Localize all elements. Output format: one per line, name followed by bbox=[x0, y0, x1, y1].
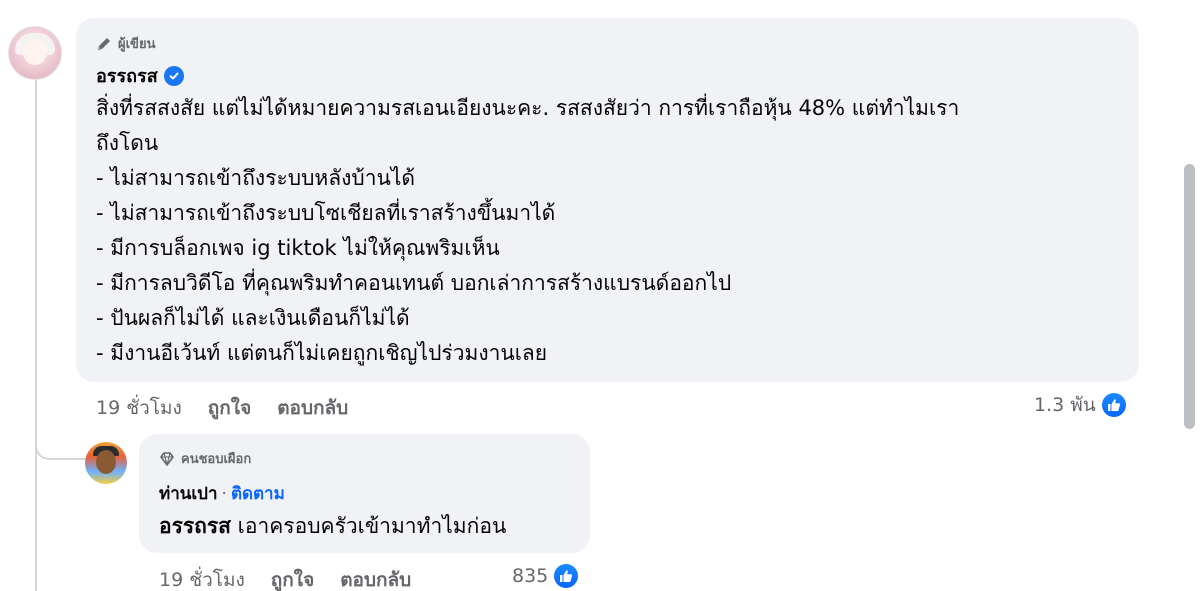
reply-timestamp[interactable]: 19 ชั่วโมง bbox=[159, 565, 245, 591]
verified-check-icon bbox=[163, 65, 184, 86]
diamond-icon bbox=[159, 451, 175, 467]
comment-text-line: - มีการลบวิดีโอ ที่คุณพริมทำคอนเทนต์ บอก… bbox=[96, 271, 732, 295]
thread-connector-line bbox=[35, 78, 37, 591]
fan-badge: คนชอบเผือก bbox=[159, 448, 251, 469]
comment-author: อรรถรส bbox=[96, 61, 184, 90]
author-badge: ผู้เขียน bbox=[96, 33, 155, 54]
author-name[interactable]: อรรถรส bbox=[96, 61, 158, 90]
comment-text-line: สิ่งที่รสสงสัย แต่ไม่ได้หมายความรสเอนเอี… bbox=[96, 96, 960, 120]
comment-text-line: - มีงานอีเว้นท์ แต่ตนก็ไม่เคยถูกเชิญไปร่… bbox=[96, 341, 548, 365]
thread-branch-line bbox=[35, 430, 87, 460]
reply-reaction-count: 835 bbox=[512, 565, 549, 587]
reply-reply-button[interactable]: ตอบกลับ bbox=[340, 565, 411, 591]
avatar[interactable] bbox=[85, 442, 127, 484]
thumbs-up-icon bbox=[1099, 391, 1128, 419]
reaction-summary[interactable]: 1.3 พัน bbox=[1034, 390, 1128, 420]
mention-tag[interactable]: อรรถรส bbox=[159, 514, 231, 538]
reply-body: เอาครอบครัวเข้ามาทำไมก่อน bbox=[237, 514, 507, 538]
separator-dot: · bbox=[221, 484, 227, 504]
avatar[interactable] bbox=[8, 26, 62, 80]
thumbs-up-icon bbox=[552, 562, 581, 590]
comment-bubble: ผู้เขียน อรรถรส สิ่งที่รสสงสัย แต่ไม่ได้… bbox=[76, 18, 1139, 382]
reply-author-name[interactable]: ท่านเปา bbox=[159, 484, 218, 504]
comment-timestamp[interactable]: 19 ชั่วโมง bbox=[96, 393, 182, 423]
follow-button[interactable]: ติดตาม bbox=[231, 484, 285, 504]
reply-bubble: คนชอบเผือก ท่านเปา · ติดตาม อรรถรส เอาครอบ… bbox=[139, 434, 590, 553]
comment-text-line: - มีการบล็อกเพจ ig tiktok ไม่ให้คุณพริมเ… bbox=[96, 236, 500, 260]
avatar-face bbox=[96, 450, 116, 474]
comment-text-line: - ปันผลก็ไม่ได้ และเงินเดือนก็ไม่ได้ bbox=[96, 306, 410, 330]
comment-text-line: - ไม่สามารถเข้าถึงระบบโซเชียลที่เราสร้าง… bbox=[96, 201, 556, 225]
pencil-icon bbox=[96, 36, 112, 52]
comment-thread: ผู้เขียน อรรถรส สิ่งที่รสสงสัย แต่ไม่ได้… bbox=[0, 0, 1200, 591]
comment-text-line: ถึงโดน bbox=[96, 131, 159, 155]
comment-actions: 19 ชั่วโมง ถูกใจ ตอบกลับ bbox=[96, 393, 374, 423]
reply-text: อรรถรส เอาครอบครัวเข้ามาทำไมก่อน bbox=[159, 510, 506, 543]
reaction-count: 1.3 พัน bbox=[1034, 394, 1096, 416]
reply-actions: 19 ชั่วโมง ถูกใจ ตอบกลับ bbox=[159, 565, 437, 591]
reply-author-row: ท่านเปา · ติดตาม bbox=[159, 480, 285, 507]
comment-text-line: - ไม่สามารถเข้าถึงระบบหลังบ้านได้ bbox=[96, 166, 416, 190]
like-button[interactable]: ถูกใจ bbox=[208, 393, 251, 423]
fan-badge-label: คนชอบเผือก bbox=[181, 452, 252, 467]
reply-like-button[interactable]: ถูกใจ bbox=[271, 565, 314, 591]
avatar-face bbox=[23, 39, 47, 65]
reply-reaction-summary[interactable]: 835 bbox=[512, 562, 581, 590]
author-badge-label: ผู้เขียน bbox=[118, 37, 156, 52]
scrollbar-thumb[interactable] bbox=[1184, 164, 1195, 429]
reply-button[interactable]: ตอบกลับ bbox=[277, 393, 348, 423]
